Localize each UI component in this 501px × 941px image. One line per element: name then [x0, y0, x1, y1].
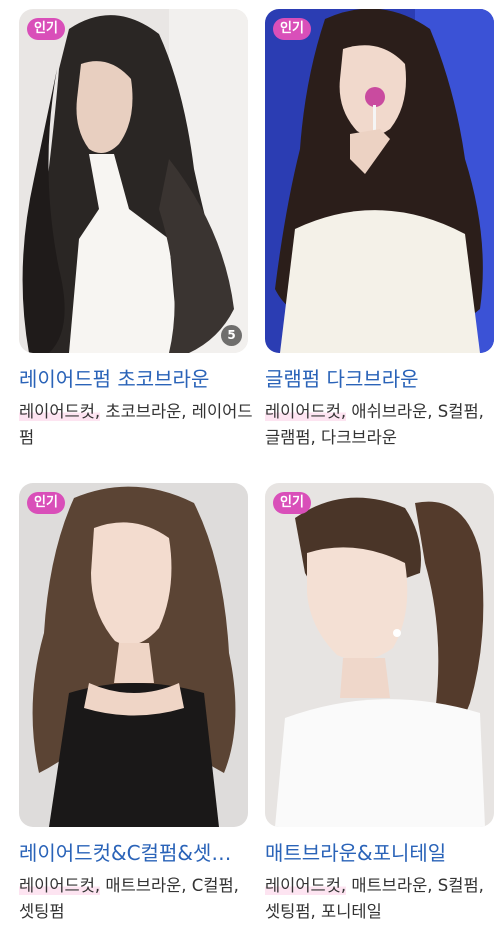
tag-highlight: 레이어드컷, — [265, 876, 347, 895]
hairstyle-title[interactable]: 레이어드펌 초코브라운 — [19, 366, 248, 392]
photo-curly-hair-blue-bg — [265, 9, 494, 353]
hairstyle-card[interactable]: 인기 글램펌 다크브라운 레이어드컷, 애쉬브라운, S컬펌, 글램펌, 다크브… — [265, 9, 494, 451]
hairstyle-image[interactable]: 인기 — [265, 483, 494, 827]
popular-badge: 인기 — [27, 492, 65, 514]
hairstyle-title[interactable]: 글램펌 다크브라운 — [265, 366, 494, 392]
hairstyle-card[interactable]: 인기 5 레이어드펌 초코브라운 레이어드컷, 초코브라운, 레이어드펌 — [19, 9, 253, 451]
popular-badge: 인기 — [273, 18, 311, 40]
hairstyle-title[interactable]: 레이어드컷&C컬펌&셋팅펌 — [19, 840, 248, 866]
photo-long-dark-hair — [19, 9, 248, 353]
popular-badge: 인기 — [27, 18, 65, 40]
hairstyle-tags: 레이어드컷, 초코브라운, 레이어드펌 — [19, 399, 255, 451]
hairstyle-tags: 레이어드컷, 매트브라운, C컬펌, 셋팅펌 — [19, 873, 255, 925]
photo-ponytail — [265, 483, 494, 827]
hairstyle-tags: 레이어드컷, 매트브라운, S컬펌, 셋팅펌, 포니테일 — [265, 873, 501, 925]
hairstyle-grid: 인기 5 레이어드펌 초코브라운 레이어드컷, 초코브라운, 레이어드펌 인기 … — [0, 0, 501, 941]
hairstyle-image[interactable]: 인기 — [19, 483, 248, 827]
popular-badge: 인기 — [273, 492, 311, 514]
hairstyle-card[interactable]: 인기 레이어드컷&C컬펌&셋팅펌 레이어드컷, 매트브라운, C컬펌, 셋팅펌 — [19, 483, 248, 925]
hairstyle-card[interactable]: 인기 매트브라운&포니테일 레이어드컷, 매트브라운, S컬펌, 셋팅펌, 포니… — [265, 483, 494, 925]
photo-layered-brown-hair — [19, 483, 248, 827]
tag-highlight: 레이어드컷, — [19, 402, 101, 421]
hairstyle-title[interactable]: 매트브라운&포니테일 — [265, 840, 494, 866]
hairstyle-image[interactable]: 인기 — [265, 9, 494, 353]
hairstyle-image[interactable]: 인기 5 — [19, 9, 248, 353]
tag-highlight: 레이어드컷, — [265, 402, 347, 421]
tag-highlight: 레이어드컷, — [19, 876, 101, 895]
image-count-badge: 5 — [221, 325, 242, 346]
hairstyle-tags: 레이어드컷, 애쉬브라운, S컬펌, 글램펌, 다크브라운 — [265, 399, 501, 451]
